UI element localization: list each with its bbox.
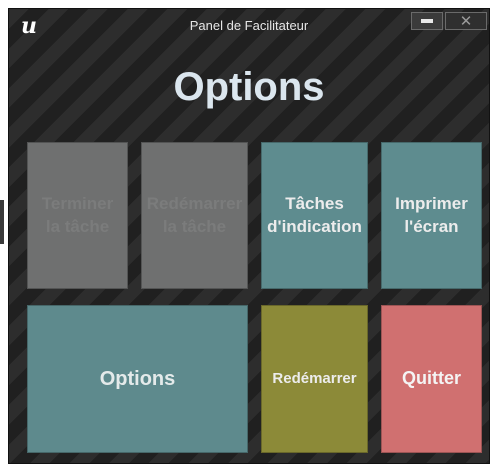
print-screen-label-line2: l'écran — [404, 216, 459, 236]
print-screen-button[interactable]: Imprimer l'écran — [381, 142, 482, 289]
end-task-button[interactable]: Terminer la tâche — [27, 142, 128, 289]
end-task-label-line2: la tâche — [45, 216, 110, 236]
hint-tasks-label-line2: d'indication — [267, 216, 362, 236]
restart-task-label-line1: Redémarrer — [146, 194, 243, 214]
restart-label: Redémarrer — [272, 370, 357, 388]
close-button[interactable]: ✕ — [445, 12, 487, 30]
quit-label: Quitter — [401, 368, 461, 389]
options-button[interactable]: Options — [27, 305, 248, 453]
hint-tasks-label-line1: Tâches — [285, 194, 344, 214]
minimize-button[interactable] — [411, 12, 443, 30]
print-screen-label-line1: Imprimer — [395, 194, 468, 214]
left-edge-bar — [0, 200, 4, 244]
quit-button[interactable]: Quitter — [381, 305, 482, 453]
hint-tasks-button[interactable]: Tâches d'indication — [261, 142, 368, 289]
page-title: Options — [173, 65, 325, 109]
restart-task-button[interactable]: Redémarrer la tâche — [141, 142, 248, 289]
title-bar[interactable]: u Panel de Facilitateur ✕ — [9, 9, 489, 45]
close-icon: ✕ — [459, 12, 473, 30]
facilitator-panel-window: u Panel de Facilitateur ✕ Options Termin… — [8, 8, 490, 464]
restart-task-label-line2: la tâche — [162, 216, 227, 236]
minimize-icon — [421, 19, 433, 23]
end-task-label-line1: Terminer — [41, 194, 114, 214]
options-label: Options — [99, 368, 176, 390]
restart-button[interactable]: Redémarrer — [261, 305, 368, 453]
